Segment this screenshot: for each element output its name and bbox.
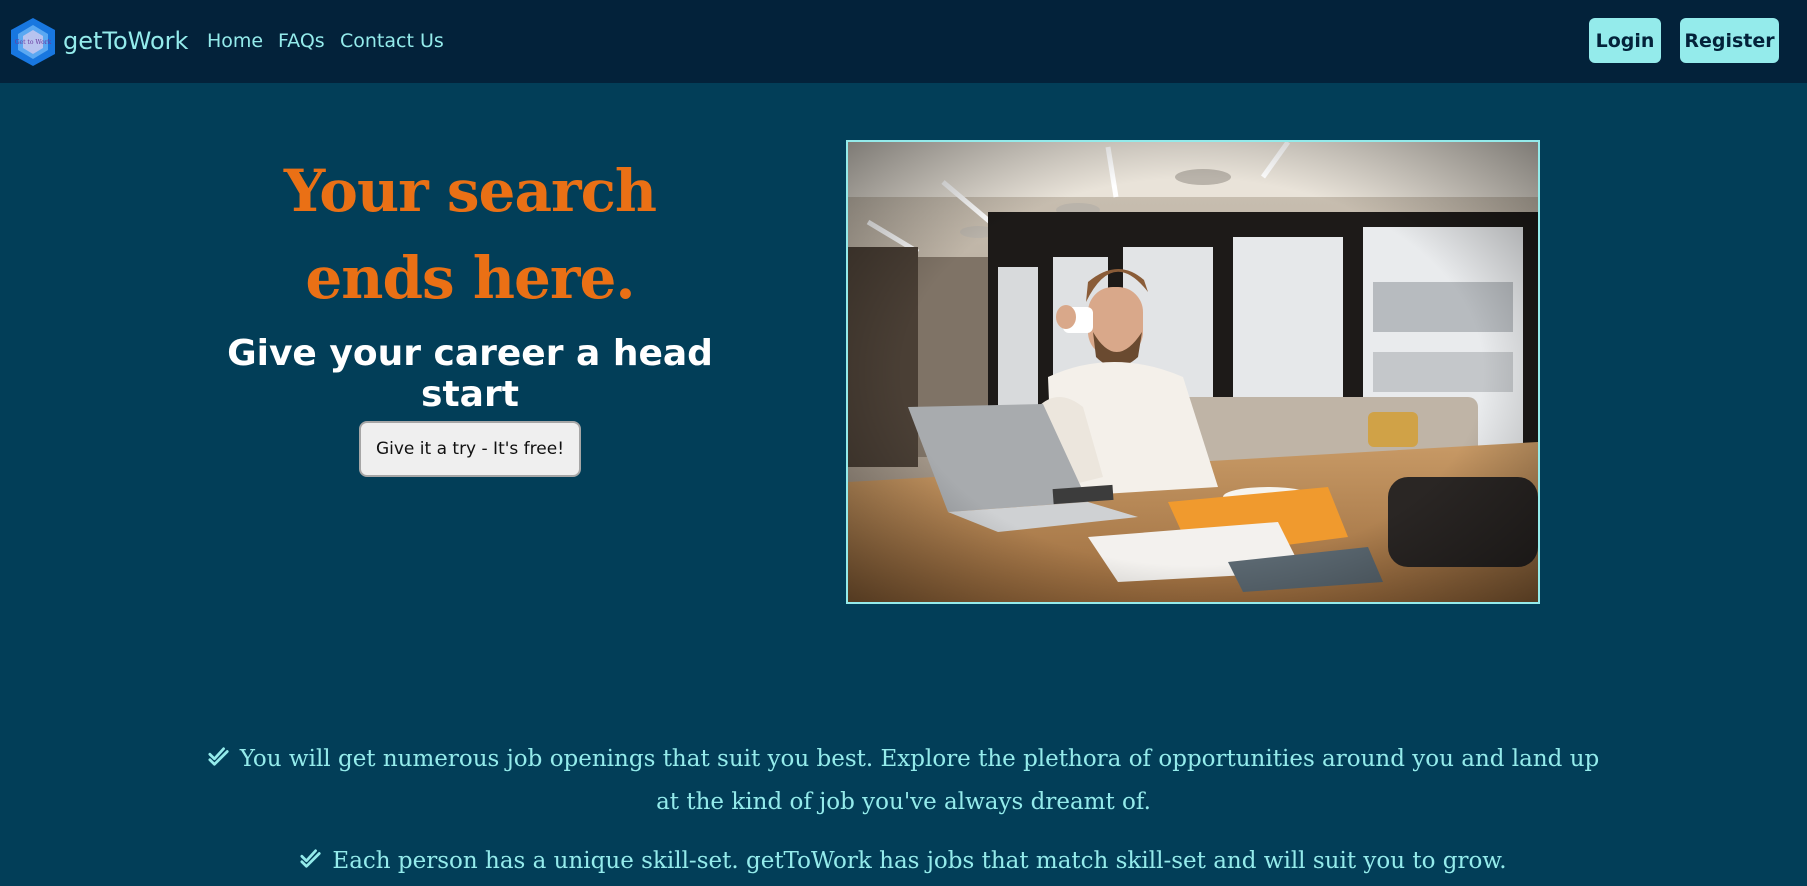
nav-faqs-link[interactable]: FAQs: [278, 30, 325, 52]
feature-item: Each person has a unique skill-set. getT…: [200, 840, 1607, 883]
navbar: Get to Work getToWork Home FAQs Contact …: [0, 0, 1807, 83]
double-check-icon: [300, 849, 322, 868]
login-button[interactable]: Login: [1589, 18, 1661, 63]
feature-text: Each person has a unique skill-set. getT…: [332, 848, 1507, 874]
hero-subtitle: Give your career a head start: [227, 333, 713, 415]
register-button[interactable]: Register: [1680, 18, 1779, 63]
feature-text: You will get numerous job openings that …: [239, 746, 1600, 815]
nav-contact-link[interactable]: Contact Us: [340, 30, 444, 52]
try-free-button[interactable]: Give it a try - It's free!: [359, 421, 581, 477]
brand-name[interactable]: getToWork: [63, 27, 188, 55]
double-check-icon: [208, 747, 229, 766]
logo-text: Get to Work: [15, 39, 52, 46]
nav-home-link[interactable]: Home: [207, 30, 263, 52]
features-list: You will get numerous job openings that …: [200, 738, 1607, 886]
hero-image: [846, 140, 1540, 604]
brand-logo-icon[interactable]: Get to Work: [10, 17, 56, 67]
feature-item: You will get numerous job openings that …: [200, 738, 1607, 824]
office-photo-illustration: [848, 142, 1538, 602]
hero-title: Your search ends here.: [283, 157, 657, 312]
